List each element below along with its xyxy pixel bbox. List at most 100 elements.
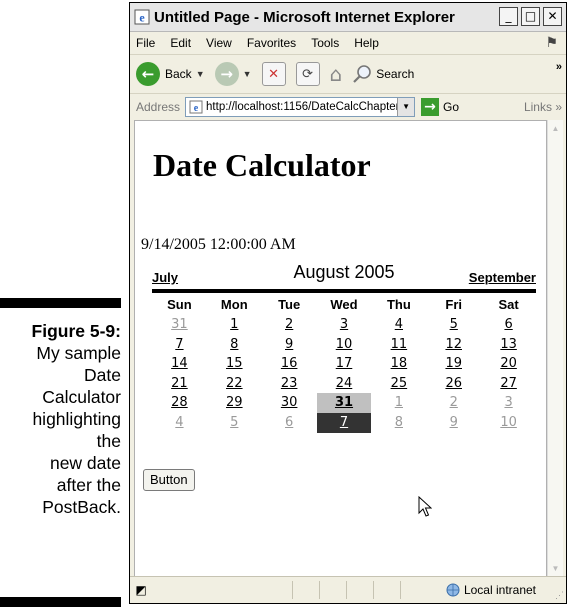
resize-grip-icon[interactable]: ⋰ xyxy=(555,590,564,601)
dow-label: Mon xyxy=(220,296,248,312)
calendar-day[interactable]: 1 xyxy=(371,393,426,413)
back-arrow-icon: ← xyxy=(136,62,160,86)
calendar-day[interactable]: 19 xyxy=(426,354,481,374)
figure-caption: Figure 5-9: My sample Date Calculator hi… xyxy=(0,320,121,518)
toolbar-overflow-icon[interactable]: » xyxy=(556,61,562,73)
calendar-day[interactable]: 16 xyxy=(262,354,317,374)
home-button[interactable]: ⌂ xyxy=(330,62,343,86)
search-label: Search xyxy=(376,67,415,81)
windows-flag-icon: ⚑ xyxy=(545,34,558,50)
address-dropdown-icon[interactable]: ▼ xyxy=(397,98,415,116)
day-of-week-header: Sun Mon Tue Wed Thu Fri Sat xyxy=(152,293,536,315)
go-arrow-icon[interactable]: → xyxy=(421,98,440,116)
calendar-day[interactable]: 13 xyxy=(481,335,536,355)
back-button[interactable]: ← Back ▼ xyxy=(136,62,205,86)
calendar-day[interactable]: 2 xyxy=(262,315,317,335)
go-button[interactable]: Go xyxy=(443,100,459,114)
calendar-day[interactable]: 7 xyxy=(152,335,207,355)
calendar-day[interactable]: 9 xyxy=(262,335,317,355)
search-icon xyxy=(353,65,372,83)
menu-help[interactable]: Help xyxy=(354,36,379,50)
dropdown-arrow-icon[interactable]: ▼ xyxy=(196,69,205,79)
vertical-scrollbar[interactable]: ▲ ▼ xyxy=(547,120,563,577)
maximize-button[interactable]: □ xyxy=(521,7,540,26)
prev-month-link[interactable]: July xyxy=(152,270,178,285)
calendar-day[interactable]: 18 xyxy=(371,354,426,374)
calendar-day[interactable]: 2 xyxy=(426,393,481,413)
calendar-day[interactable]: 24 xyxy=(317,374,372,394)
search-button[interactable]: Search xyxy=(352,64,414,84)
scroll-up-icon[interactable]: ▲ xyxy=(548,121,563,136)
calendar-day[interactable]: 26 xyxy=(426,374,481,394)
calendar-day[interactable]: 25 xyxy=(371,374,426,394)
svg-text:e: e xyxy=(139,11,145,25)
calendar-day[interactable]: 5 xyxy=(207,413,262,433)
calendar-day[interactable]: 3 xyxy=(481,393,536,413)
refresh-button[interactable]: ⟳ xyxy=(295,62,320,86)
calendar-day[interactable]: 20 xyxy=(481,354,536,374)
page-status-icon: ◩ xyxy=(135,583,147,597)
calendar-day[interactable]: 10 xyxy=(317,335,372,355)
zone-label: Local intranet xyxy=(463,583,536,597)
dow-label: Sat xyxy=(498,296,519,312)
menu-edit[interactable]: Edit xyxy=(170,36,191,50)
calendar-day[interactable]: 31 xyxy=(152,315,207,335)
page-icon: e xyxy=(189,100,203,114)
calendar-day[interactable]: 9 xyxy=(426,413,481,433)
calendar-day[interactable]: 17 xyxy=(317,354,372,374)
calendar-day[interactable]: 21 xyxy=(152,374,207,394)
calendar-day-selected-original[interactable]: 31 xyxy=(316,393,372,413)
menu-tools[interactable]: Tools xyxy=(311,36,339,50)
calendar-day[interactable]: 11 xyxy=(371,335,426,355)
calendar-day[interactable]: 8 xyxy=(207,335,262,355)
calendar-day[interactable]: 28 xyxy=(152,393,207,413)
window-title: Untitled Page - Microsoft Internet Explo… xyxy=(154,8,455,26)
dropdown-arrow-icon[interactable]: ▼ xyxy=(243,69,252,79)
calendar: August 2005 July September Sun Mon Tue W… xyxy=(152,262,536,433)
calendar-day[interactable]: 15 xyxy=(207,354,262,374)
calendar-day[interactable]: 4 xyxy=(152,413,207,433)
calendar-day[interactable]: 30 xyxy=(262,393,317,413)
links-button[interactable]: Links » xyxy=(524,100,562,114)
stop-button[interactable]: ✕ xyxy=(261,62,286,86)
title-bar[interactable]: e Untitled Page - Microsoft Internet Exp… xyxy=(130,3,566,32)
calendar-day[interactable]: 12 xyxy=(426,335,481,355)
calendar-day[interactable]: 14 xyxy=(152,354,207,374)
menu-file[interactable]: File xyxy=(136,36,155,50)
calendar-day[interactable]: 22 xyxy=(207,374,262,394)
forward-button[interactable]: → ▼ xyxy=(214,62,252,86)
calendar-day[interactable]: 6 xyxy=(262,413,317,433)
calendar-day[interactable]: 8 xyxy=(371,413,426,433)
calendar-day[interactable]: 23 xyxy=(262,374,317,394)
caption-line: My sample xyxy=(36,343,121,363)
calendar-day-selected-new[interactable]: 7 xyxy=(316,412,372,433)
calendar-week: 4 5 6 7 8 9 10 xyxy=(152,412,536,433)
calendar-day[interactable]: 6 xyxy=(481,315,536,335)
calendar-day[interactable]: 1 xyxy=(207,315,262,335)
menu-view[interactable]: View xyxy=(206,36,232,50)
caption-line: Date xyxy=(84,365,121,385)
address-label: Address xyxy=(136,100,181,114)
caption-line: highlighting xyxy=(32,409,121,429)
calendar-day[interactable]: 10 xyxy=(481,413,536,433)
submit-button[interactable]: Button xyxy=(143,469,195,491)
svg-text:e: e xyxy=(194,103,199,114)
calendar-day[interactable]: 4 xyxy=(371,315,426,335)
next-month-link[interactable]: September xyxy=(469,270,536,285)
calendar-day[interactable]: 5 xyxy=(426,315,481,335)
address-input[interactable]: e http://localhost:1156/DateCalcChapter5… xyxy=(185,97,416,117)
calendar-day[interactable]: 3 xyxy=(317,315,372,335)
dow-label: Sun xyxy=(167,296,192,312)
menu-favorites[interactable]: Favorites xyxy=(247,36,296,50)
minimize-button[interactable]: _ xyxy=(499,7,518,26)
calendar-day[interactable]: 27 xyxy=(481,374,536,394)
calendar-week: 7 8 9 10 11 12 13 xyxy=(152,335,536,355)
calendar-day[interactable]: 29 xyxy=(207,393,262,413)
address-bar: Address e http://localhost:1156/DateCalc… xyxy=(130,94,566,120)
scroll-down-icon[interactable]: ▼ xyxy=(548,561,563,576)
dow-label: Thu xyxy=(386,296,411,312)
close-button[interactable]: ✕ xyxy=(543,7,562,26)
mouse-pointer-icon xyxy=(418,496,432,517)
selected-datetime: 9/14/2005 12:00:00 AM xyxy=(141,236,296,253)
page-content: Date Calculator 9/14/2005 12:00:00 AM Au… xyxy=(134,120,547,577)
